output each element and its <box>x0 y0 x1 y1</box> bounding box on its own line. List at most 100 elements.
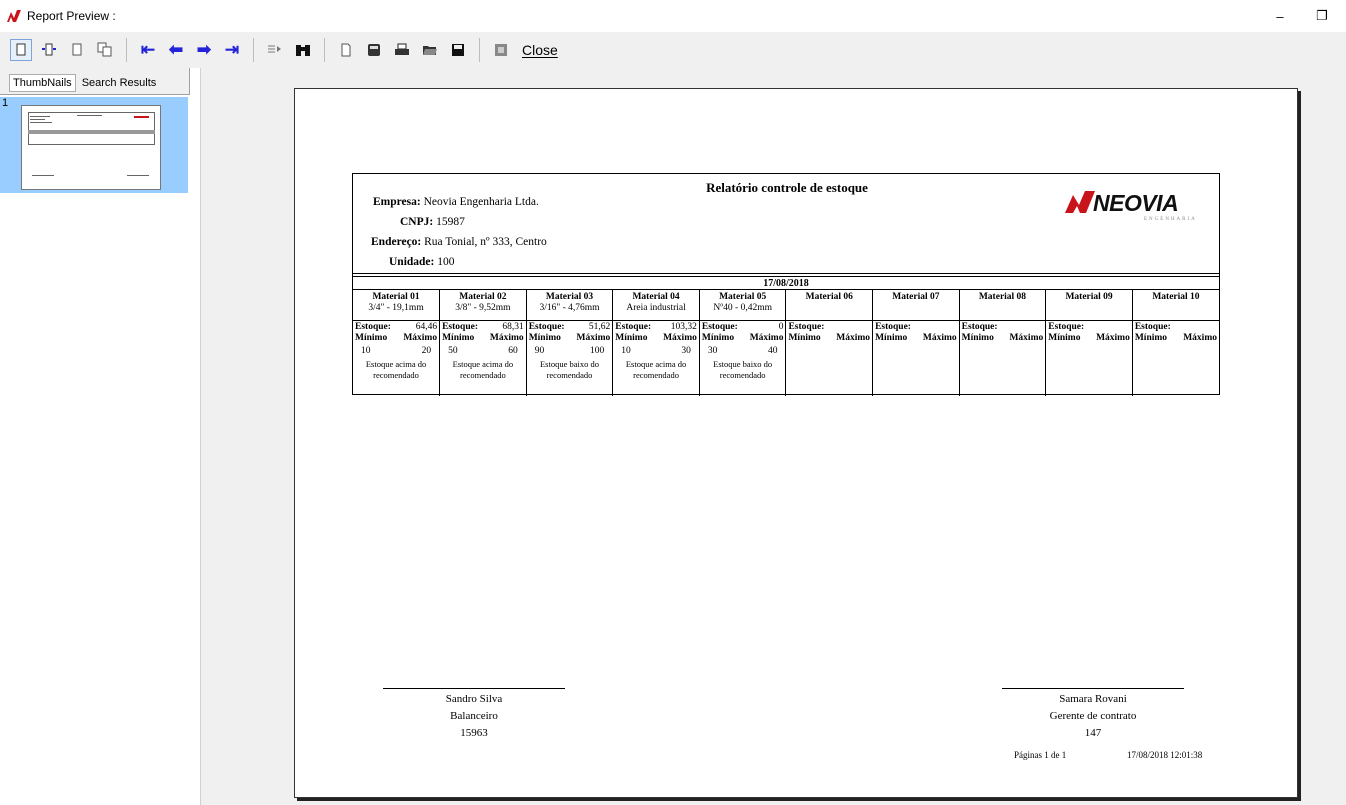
address-row: Endereço: Rua Tonial, nº 333, Centro <box>371 236 547 248</box>
tab-thumbnails[interactable]: ThumbNails <box>9 74 76 92</box>
signature-role: Balanceiro <box>450 710 498 722</box>
full-page-button[interactable] <box>66 39 88 61</box>
cnpj-label: CNPJ: <box>400 216 434 228</box>
min-max-labels: Mínimo Máximo <box>442 333 524 343</box>
material-stock-cell: Estoque: 68,31 Mínimo Máximo 50 60 Estoque aci… <box>439 320 527 396</box>
stock-status: Estoque baixo do recomendado <box>702 359 784 381</box>
last-page-icon: ⇥ <box>224 40 240 59</box>
min-max-values: 10 30 <box>615 346 697 356</box>
max-value: 40 <box>767 345 778 356</box>
stock-status-line: Estoque baixo do <box>539 358 599 369</box>
max-value: 30 <box>681 345 691 356</box>
print-setup-button[interactable] <box>363 39 385 61</box>
stock-status-line: recomendado <box>719 369 766 380</box>
min-max-labels: Mínimo Máximo <box>1048 333 1130 343</box>
min-label: Mínimo <box>788 332 821 343</box>
min-label: Mínimo <box>615 332 648 343</box>
material-header-cell: Material 10 <box>1132 290 1219 321</box>
material-name: Material 02 <box>459 292 507 302</box>
max-value: 20 <box>421 345 432 356</box>
signature-role: Gerente de contrato <box>1049 710 1137 722</box>
min-max-values: 10 20 <box>355 346 437 356</box>
unit-value: 100 <box>437 256 455 268</box>
thumbnail-page-image <box>21 105 161 190</box>
single-page-icon <box>16 43 26 56</box>
material-spec: 3/4" - 19,1mm <box>368 303 424 313</box>
close-button[interactable]: Close <box>522 42 558 58</box>
material-stock-cell: Estoque: Mínimo Máximo <box>872 320 960 396</box>
toolbar-separator <box>253 38 254 62</box>
max-value: 60 <box>508 345 518 356</box>
material-stock-cell: Estoque: 103,32 Mínimo Máximo 10 30 Estoque ac… <box>612 320 700 396</box>
min-label: Mínimo <box>528 332 561 343</box>
go-to-page-button[interactable] <box>264 39 286 61</box>
page-width-button[interactable] <box>38 39 60 61</box>
printer-setup-icon <box>368 44 380 56</box>
stock-label: Estoque: <box>528 321 565 332</box>
stock-row: Estoque: <box>788 322 870 332</box>
stock-status-line: recomendado <box>546 369 593 380</box>
previous-page-button[interactable]: ⬅ <box>165 39 187 61</box>
multi-page-button[interactable] <box>94 39 116 61</box>
stock-status-line: recomendado <box>633 369 679 380</box>
stock-value: 64,46 <box>415 321 438 332</box>
open-button[interactable] <box>419 39 441 61</box>
neovia-logo: NEOVIA ENGENHARIA <box>1065 188 1215 228</box>
minimize-button[interactable]: – <box>1262 0 1298 32</box>
page-thumbnail[interactable]: 1 <box>0 97 188 193</box>
title-bar: Report Preview : – ❐ <box>0 0 1346 32</box>
material-stock-cell: Estoque: Mínimo Máximo <box>1132 320 1219 396</box>
min-value: 10 <box>361 345 371 356</box>
min-max-labels: Mínimo Máximo <box>962 333 1044 343</box>
restore-button[interactable]: ❐ <box>1304 0 1340 32</box>
new-button[interactable] <box>335 39 357 61</box>
max-label: Máximo <box>1096 332 1130 343</box>
first-page-button[interactable]: ⇤ <box>137 39 159 61</box>
search-button[interactable] <box>292 39 314 61</box>
page-width-icon <box>42 43 56 56</box>
signature-name: Samara Rovani <box>1059 693 1127 705</box>
thumbnail-list[interactable]: 1 <box>0 94 190 805</box>
arrow-right-icon: ➡ <box>196 40 212 59</box>
stock-status: Estoque acima do recomendado <box>615 359 697 381</box>
min-label: Mínimo <box>355 332 388 343</box>
tab-search-results[interactable]: Search Results <box>77 74 161 92</box>
stock-status: Estoque baixo do recomendado <box>529 359 611 381</box>
min-max-values: 30 40 <box>702 346 784 356</box>
save-button[interactable] <box>447 39 469 61</box>
logo-name: NEOVIA <box>1093 190 1179 216</box>
material-name: Material 07 <box>892 292 940 302</box>
print-datetime: 17/08/2018 12:01:38 <box>1127 750 1203 760</box>
material-spec: 3/8" - 9,52mm <box>455 303 511 313</box>
stock-row: Estoque: 103,32 <box>615 322 697 332</box>
single-page-button[interactable] <box>10 39 32 61</box>
min-value: 50 <box>448 345 458 356</box>
stock-label: Estoque: <box>961 321 998 332</box>
signature-left: Sandro Silva Balanceiro 15963 <box>383 688 565 742</box>
max-label: Máximo <box>922 332 957 343</box>
material-name: Material 04 <box>632 292 680 302</box>
panel-tabs: ThumbNails Search Results <box>9 74 162 92</box>
stock-status: Estoque acima do recomendado <box>442 359 524 381</box>
materials-body-row: Estoque: 64,46 Mínimo Máximo 10 20 Estoque aci… <box>353 320 1219 396</box>
save-icon <box>452 44 464 56</box>
print-button[interactable] <box>391 39 413 61</box>
thumbnail-page-number: 1 <box>2 97 9 109</box>
logo-subtitle: ENGENHARIA <box>1144 217 1197 222</box>
window-title: Report Preview : <box>27 9 116 23</box>
max-label: Máximo <box>489 332 524 343</box>
multi-page-icon <box>97 42 112 57</box>
stock-label: Estoque: <box>1134 321 1171 332</box>
max-label: Máximo <box>749 332 784 343</box>
company-label: Empresa: <box>373 196 421 208</box>
material-stock-cell: Estoque: Mínimo Máximo <box>785 320 874 396</box>
report-page: Relatório controle de estoque Empresa: N… <box>294 88 1298 798</box>
export-button[interactable] <box>490 39 512 61</box>
last-page-button[interactable]: ⇥ <box>221 39 243 61</box>
material-stock-cell: Estoque: Mínimo Máximo <box>1045 320 1133 396</box>
cnpj-value: 15987 <box>436 216 465 228</box>
material-spec: 3/16" - 4,76mm <box>539 303 600 313</box>
material-header-cell: Material 07 <box>872 290 960 321</box>
preview-area[interactable]: Relatório controle de estoque Empresa: N… <box>200 68 1346 805</box>
next-page-button[interactable]: ➡ <box>193 39 215 61</box>
